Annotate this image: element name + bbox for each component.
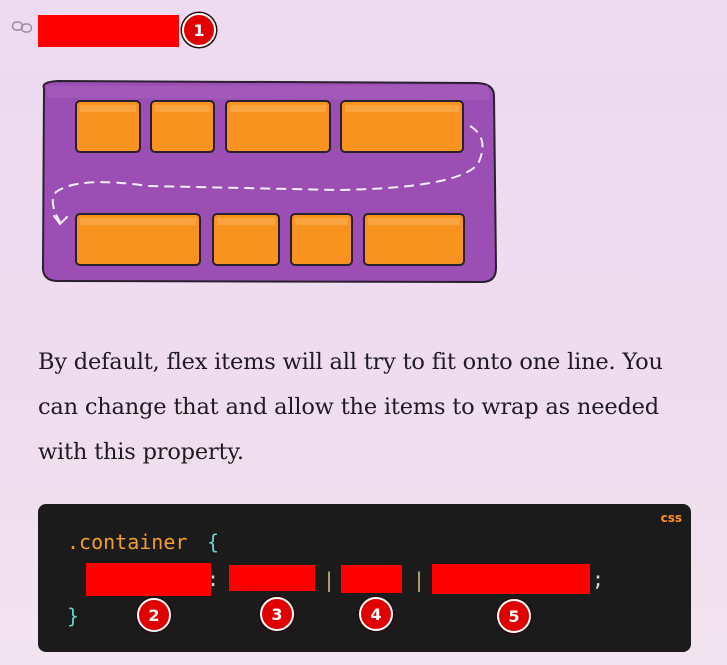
redacted-value-wrap-reverse	[432, 564, 590, 594]
description-text: By default, flex items will all try to f…	[38, 349, 663, 465]
redacted-property	[86, 563, 211, 596]
link-icon[interactable]	[11, 19, 33, 35]
code-colon: :	[207, 567, 220, 591]
redacted-value-wrap	[341, 565, 402, 593]
code-separator-2: |	[413, 568, 426, 592]
annotation-badge-5: 5	[497, 599, 531, 633]
annotation-badge-4: 4	[359, 597, 393, 631]
redacted-value-nowrap	[229, 565, 315, 591]
annotation-badge-3: 3	[260, 597, 294, 631]
annotation-badge-2: 2	[137, 598, 171, 632]
code-selector: .container	[67, 530, 188, 554]
code-separator-1: |	[323, 568, 336, 592]
code-semicolon: ;	[592, 567, 605, 591]
code-language-label: css	[660, 511, 682, 525]
annotation-badge-1: 1	[182, 13, 216, 47]
flex-wrap-illustration	[41, 79, 498, 284]
redacted-heading	[38, 15, 179, 47]
code-open-brace: {	[207, 530, 220, 554]
code-close-brace: }	[67, 604, 80, 628]
